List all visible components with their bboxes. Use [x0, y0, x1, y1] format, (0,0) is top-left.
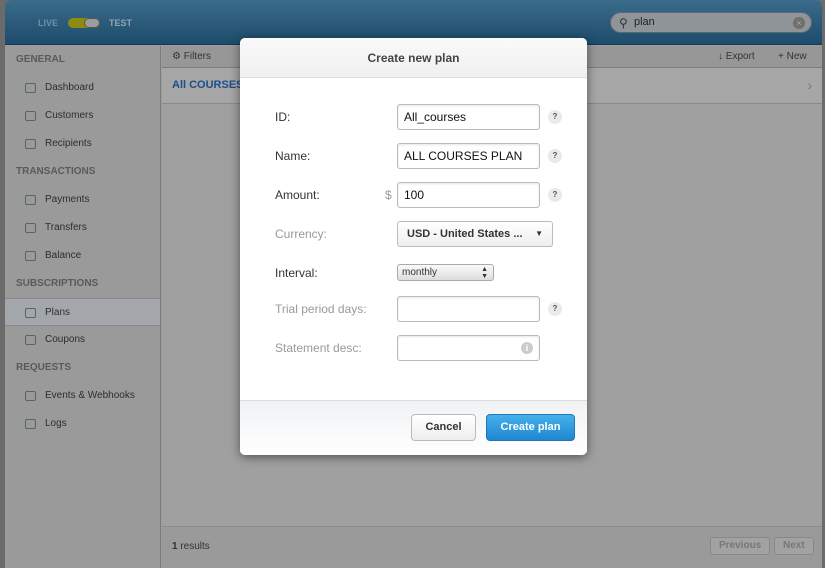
sidebar-item-coupons[interactable]: Coupons — [5, 326, 160, 354]
sidebar-item-label: Recipients — [45, 138, 92, 149]
currency-select[interactable]: USD - United States ... ▼ — [397, 221, 553, 247]
previous-button[interactable]: Previous — [710, 537, 771, 555]
clear-search-icon[interactable]: × — [793, 17, 805, 29]
search-box: ⚲ × — [610, 12, 812, 33]
sidebar-item-label: Dashboard — [45, 82, 94, 93]
id-label: ID: — [275, 110, 291, 124]
sidebar-item-label: Plans — [45, 307, 71, 318]
section-subscriptions: SUBSCRIPTIONS — [16, 278, 99, 289]
help-icon[interactable]: ? — [548, 188, 562, 202]
statement-desc-input[interactable]: i — [397, 335, 540, 361]
create-plan-button[interactable]: Create plan — [486, 414, 575, 441]
up-down-arrows-icon: ▲ ▼ — [481, 266, 488, 280]
list-footer: 1 results Previous Next — [162, 526, 822, 568]
sidebar-item-payments[interactable]: Payments — [5, 186, 160, 214]
sidebar-item-label: Customers — [45, 110, 94, 121]
sidebar-item-events-webhooks[interactable]: Events & Webhooks — [5, 382, 160, 410]
sidebar-item-transfers[interactable]: Transfers — [5, 214, 160, 242]
help-icon[interactable]: ? — [548, 110, 562, 124]
test-label: TEST — [109, 18, 133, 28]
transfers-icon — [25, 223, 36, 233]
info-icon[interactable]: i — [521, 342, 533, 354]
currency-symbol: $ — [385, 188, 392, 202]
results-count: 1 results — [172, 541, 210, 552]
sidebar-item-label: Events & Webhooks — [45, 390, 135, 401]
sidebar-item-logs[interactable]: Logs — [5, 410, 160, 438]
help-icon[interactable]: ? — [548, 149, 562, 163]
live-label: LIVE — [38, 18, 59, 28]
dashboard-icon — [25, 83, 36, 93]
name-label: Name: — [275, 149, 311, 163]
gear-icon: ⚙ — [172, 51, 184, 62]
section-transactions: TRANSACTIONS — [16, 166, 96, 177]
payments-icon — [25, 195, 36, 205]
sidebar-item-label: Logs — [45, 418, 67, 429]
chevron-right-icon: › — [807, 77, 812, 93]
events-icon — [25, 391, 36, 401]
download-icon: ↓ — [718, 51, 726, 62]
sidebar-item-recipients[interactable]: Recipients — [5, 130, 160, 158]
sidebar-item-dashboard[interactable]: Dashboard — [5, 74, 160, 102]
recipients-icon — [25, 139, 36, 149]
help-icon[interactable]: ? — [548, 302, 562, 316]
caret-down-icon: ▼ — [535, 229, 543, 238]
balance-icon — [25, 251, 36, 261]
amount-label: Amount: — [275, 188, 320, 202]
interval-label: Interval: — [275, 266, 318, 280]
sidebar-item-label: Balance — [45, 250, 82, 261]
name-input[interactable] — [397, 143, 540, 169]
export-button[interactable]: ↓ Export — [718, 51, 755, 62]
sidebar-item-label: Transfers — [45, 222, 87, 233]
filters-button[interactable]: ⚙ Filters — [172, 51, 211, 62]
search-input[interactable] — [634, 16, 784, 28]
customers-icon — [25, 111, 36, 121]
plans-icon — [25, 308, 36, 318]
search-icon: ⚲ — [619, 16, 628, 30]
amount-input[interactable] — [397, 182, 540, 208]
section-general: GENERAL — [16, 54, 65, 65]
sidebar-item-label: Coupons — [45, 334, 86, 345]
trial-period-input[interactable] — [397, 296, 540, 322]
sidebar-item-balance[interactable]: Balance — [5, 242, 160, 270]
live-test-toggle[interactable] — [68, 18, 100, 28]
interval-select[interactable]: monthly ▲ ▼ — [397, 264, 494, 281]
sidebar-item-customers[interactable]: Customers — [5, 102, 160, 130]
statement-desc-label: Statement desc: — [275, 341, 362, 355]
sidebar-item-label: Payments — [45, 194, 90, 205]
plan-name: All COURSES — [172, 79, 244, 91]
logs-icon — [25, 419, 36, 429]
next-button[interactable]: Next — [774, 537, 814, 555]
plus-icon: + — [778, 51, 787, 62]
create-plan-dialog: Create new plan ID: ? Name: ? Amount: $ … — [240, 38, 587, 455]
id-input[interactable] — [397, 104, 540, 130]
new-button[interactable]: + New — [778, 51, 807, 62]
dialog-title: Create new plan — [240, 38, 587, 78]
sidebar-item-plans[interactable]: Plans — [5, 298, 160, 326]
trial-period-label: Trial period days: — [275, 302, 367, 316]
dialog-footer: Cancel Create plan — [240, 400, 587, 455]
section-requests: REQUESTS — [16, 362, 72, 373]
sidebar: GENERAL Dashboard Customers Recipients T… — [5, 46, 161, 568]
cancel-button[interactable]: Cancel — [411, 414, 476, 441]
coupons-icon — [25, 335, 36, 345]
currency-label: Currency: — [275, 227, 328, 241]
